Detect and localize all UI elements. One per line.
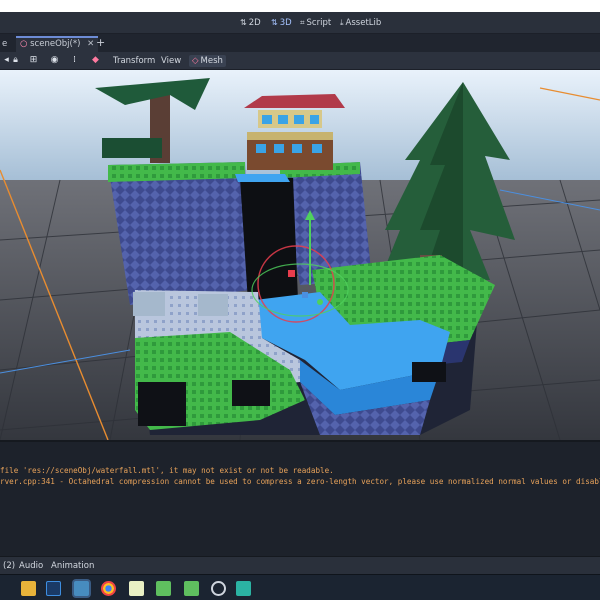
tab-sceneobj[interactable]: ○ sceneObj(*) ✕ bbox=[16, 36, 99, 52]
godot-dinosaur-icon[interactable] bbox=[156, 581, 171, 596]
tab-animation[interactable]: Animation bbox=[51, 560, 94, 572]
grid-snap-icon[interactable]: ⁞ bbox=[69, 55, 80, 66]
lock-icon[interactable]: 🔒︎ bbox=[10, 55, 21, 66]
viewport-toolbar: ◂ 🔒︎ ⊞ ◉ ⁞ ◆ Transform View ◇ Mesh bbox=[0, 52, 600, 70]
download-icon: ⤓ bbox=[340, 18, 344, 27]
media-icon[interactable] bbox=[236, 581, 251, 596]
tab-debugger[interactable]: (2) bbox=[3, 560, 15, 572]
dark-hole-1 bbox=[138, 382, 186, 426]
left-cliff bbox=[108, 162, 250, 305]
godot-icon[interactable] bbox=[74, 581, 89, 596]
waterfall-cavity bbox=[240, 178, 298, 302]
output-error-line-1: file 'res://sceneObj/waterfall.mtl', it … bbox=[0, 466, 334, 475]
mode-2d-button[interactable]: ⇅ 2D bbox=[240, 17, 261, 29]
mode-assetlib-label: AssetLib bbox=[345, 18, 382, 28]
mode-assetlib-button[interactable]: ⤓ AssetLib bbox=[340, 17, 381, 29]
bottom-panel-tabs: (2) Audio Animation bbox=[0, 556, 600, 574]
chrome-icon[interactable] bbox=[101, 581, 116, 596]
view-menu[interactable]: View bbox=[161, 55, 181, 67]
waterfall-top bbox=[235, 174, 290, 182]
clock-icon[interactable] bbox=[211, 581, 226, 596]
file-explorer-icon[interactable] bbox=[21, 581, 36, 596]
mode-script-label: Script bbox=[306, 18, 332, 28]
mesh-icon: ◇ bbox=[192, 56, 199, 66]
move-2d-icon: ⇅ bbox=[240, 18, 247, 27]
scene-circle-icon: ○ bbox=[20, 39, 28, 49]
z-plane-handle[interactable] bbox=[302, 292, 308, 298]
dark-hole-3 bbox=[412, 362, 446, 382]
mode-2d-label: 2D bbox=[248, 18, 261, 28]
tab-previous-label: e bbox=[2, 39, 8, 49]
left-bush bbox=[102, 138, 162, 158]
script-icon: ⌗ bbox=[300, 18, 305, 27]
tab-previous-scene[interactable]: e bbox=[0, 36, 11, 52]
x-plane-handle[interactable] bbox=[288, 270, 295, 277]
dark-hole-2 bbox=[232, 380, 270, 406]
mesh-tool-icon[interactable]: ◆ bbox=[90, 55, 101, 66]
right-stone bbox=[198, 294, 228, 316]
tab-sceneobj-label: sceneObj(*) bbox=[30, 39, 81, 49]
os-taskbar bbox=[0, 574, 600, 600]
notepad-icon[interactable] bbox=[129, 581, 144, 596]
mode-script-button[interactable]: ⌗ Script bbox=[300, 17, 331, 29]
photoshop-icon[interactable] bbox=[46, 581, 61, 596]
output-error-line-2: rver.cpp:341 - Octahedral compression ca… bbox=[0, 477, 600, 486]
camera-icon[interactable]: ◉ bbox=[49, 55, 60, 66]
tab-close-icon[interactable]: ✕ bbox=[87, 39, 94, 49]
group-icon[interactable]: ⊞ bbox=[28, 55, 39, 66]
transform-menu[interactable]: Transform bbox=[113, 55, 155, 67]
tab-audio[interactable]: Audio bbox=[19, 560, 43, 572]
move-3d-icon: ⇅ bbox=[271, 18, 278, 27]
3d-viewport[interactable] bbox=[0, 70, 600, 440]
scene-tab-bar: e ○ sceneObj(*) ✕ bbox=[0, 34, 600, 52]
tower-ledge bbox=[247, 132, 333, 140]
mode-3d-button[interactable]: ⇅ 3D bbox=[271, 17, 292, 29]
screenshot-frame: ⇅ 2D ⇅ 3D ⌗ Script ⤓ AssetLib e ○ sceneObj(*… bbox=[0, 0, 600, 600]
mode-3d-label: 3D bbox=[279, 18, 292, 28]
add-tab-icon[interactable]: + bbox=[96, 34, 105, 52]
output-panel: file 'res://sceneObj/waterfall.mtl', it … bbox=[0, 440, 600, 556]
left-stone bbox=[133, 292, 165, 316]
mesh-menu[interactable]: ◇ Mesh bbox=[189, 55, 226, 67]
mesh-menu-label: Mesh bbox=[200, 56, 223, 66]
viewport-scene bbox=[0, 70, 600, 440]
godot-dinosaur-icon-2[interactable] bbox=[184, 581, 199, 596]
godot-editor-window: ⇅ 2D ⇅ 3D ⌗ Script ⤓ AssetLib e ○ sceneObj(*… bbox=[0, 12, 600, 574]
workspace-bar: ⇅ 2D ⇅ 3D ⌗ Script ⤓ AssetLib bbox=[0, 12, 600, 34]
selection-point[interactable] bbox=[317, 299, 323, 305]
